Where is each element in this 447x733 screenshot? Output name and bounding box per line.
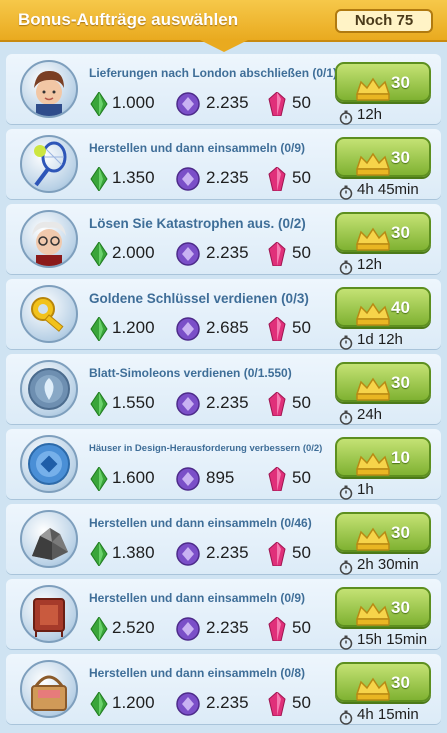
key-reward-amount: 30 bbox=[391, 673, 410, 692]
task-title: Lieferungen nach London abschließen (0/1… bbox=[89, 66, 338, 80]
simcash-amount: 50 bbox=[292, 93, 311, 112]
red-rug-icon bbox=[20, 585, 78, 643]
timer-value: 4h 15min bbox=[357, 706, 419, 723]
task-row[interactable]: Lösen Sie Katastrophen aus. (0/2) 2.000 … bbox=[6, 204, 441, 275]
header-notch bbox=[200, 40, 248, 52]
task-title: Herstellen und dann einsammeln (0/9) bbox=[89, 141, 306, 155]
accept-task-button[interactable]: 40 bbox=[335, 287, 431, 327]
timer-value: 1h bbox=[357, 481, 374, 498]
task-row[interactable]: Herstellen und dann einsammeln (0/8) 1.2… bbox=[6, 654, 441, 725]
dr-vu-icon bbox=[20, 210, 78, 268]
simcash-amount: 50 bbox=[292, 618, 311, 637]
key-reward-amount: 30 bbox=[391, 73, 410, 92]
simoleon-amount: 1.200 bbox=[112, 318, 155, 337]
accept-task-button[interactable]: 30 bbox=[335, 662, 431, 702]
key-reward-amount: 30 bbox=[391, 523, 410, 542]
simoleon-amount: 1.600 bbox=[112, 468, 155, 487]
xp-amount: 2.235 bbox=[206, 93, 249, 112]
xp-amount: 2.685 bbox=[206, 318, 249, 337]
xp-amount: 2.235 bbox=[206, 168, 249, 187]
task-title: Lösen Sie Katastrophen aus. (0/2) bbox=[89, 216, 306, 231]
accept-task-button[interactable]: 30 bbox=[335, 62, 431, 102]
rewards: 2.000 2.235 50 bbox=[90, 242, 330, 266]
task-row[interactable]: Lieferungen nach London abschließen (0/1… bbox=[6, 54, 441, 125]
rewards: 1.200 2.685 50 bbox=[90, 317, 330, 341]
simcash-amount: 50 bbox=[292, 693, 311, 712]
rewards: 1.380 2.235 50 bbox=[90, 542, 330, 566]
simoleon-amount: 1.350 bbox=[112, 168, 155, 187]
task-title: Goldene Schlüssel verdienen (0/3) bbox=[89, 291, 309, 306]
key-reward-amount: 10 bbox=[391, 448, 410, 467]
xp-amount: 2.235 bbox=[206, 243, 249, 262]
task-title: Herstellen und dann einsammeln (0/46) bbox=[89, 516, 312, 530]
simoleon-amount: 2.520 bbox=[112, 618, 155, 637]
simoleon-amount: 1.550 bbox=[112, 393, 155, 412]
remaining-counter: Noch 75 bbox=[335, 9, 433, 33]
simoleon-amount: 1.200 bbox=[112, 693, 155, 712]
accept-task-button[interactable]: 30 bbox=[335, 512, 431, 552]
golden-key-icon bbox=[20, 285, 78, 343]
simcash-amount: 50 bbox=[292, 468, 311, 487]
key-reward-amount: 40 bbox=[391, 298, 410, 317]
leaf-coin-icon bbox=[20, 360, 78, 418]
task-row[interactable]: Goldene Schlüssel verdienen (0/3) 1.200 … bbox=[6, 279, 441, 350]
task-title: Blatt-Simoleons verdienen (0/1.550) bbox=[89, 366, 292, 380]
simcash-amount: 50 bbox=[292, 393, 311, 412]
simoleon-amount: 2.000 bbox=[112, 243, 155, 262]
simcash-amount: 50 bbox=[292, 318, 311, 337]
task-row[interactable]: Herstellen und dann einsammeln (0/46) 1.… bbox=[6, 504, 441, 575]
header-bar: Bonus-Aufträge auswählen Noch 75 bbox=[0, 0, 447, 42]
task-title: Herstellen und dann einsammeln (0/9) bbox=[89, 591, 306, 605]
metal-pile-icon bbox=[20, 510, 78, 568]
timer-value: 24h bbox=[357, 406, 383, 423]
task-row[interactable]: Häuser in Design-Herausforderung verbess… bbox=[6, 429, 441, 500]
rewards: 2.520 2.235 50 bbox=[90, 617, 330, 641]
key-reward-amount: 30 bbox=[391, 148, 410, 167]
task-title: Herstellen und dann einsammeln (0/8) bbox=[89, 666, 306, 680]
xp-amount: 895 bbox=[206, 468, 235, 487]
task-row[interactable]: Blatt-Simoleons verdienen (0/1.550) 1.55… bbox=[6, 354, 441, 425]
woman-avatar-icon bbox=[20, 60, 78, 118]
task-row[interactable]: Herstellen und dann einsammeln (0/9) 1.3… bbox=[6, 129, 441, 200]
simoleon-amount: 1.000 bbox=[112, 93, 155, 112]
picnic-basket-icon bbox=[20, 660, 78, 718]
xp-amount: 2.235 bbox=[206, 393, 249, 412]
task-row[interactable]: Herstellen und dann einsammeln (0/9) 2.5… bbox=[6, 579, 441, 650]
rewards: 1.350 2.235 50 bbox=[90, 167, 330, 191]
simcash-amount: 50 bbox=[292, 168, 311, 187]
accept-task-button[interactable]: 10 bbox=[335, 437, 431, 477]
task-title: Häuser in Design-Herausforderung verbess… bbox=[89, 443, 323, 454]
timer-value: 4h 45min bbox=[357, 181, 419, 198]
accept-task-button[interactable]: 30 bbox=[335, 212, 431, 252]
accept-task-button[interactable]: 30 bbox=[335, 362, 431, 402]
key-reward-amount: 30 bbox=[391, 373, 410, 392]
tennis-racket-icon bbox=[20, 135, 78, 193]
timer-value: 12h bbox=[357, 106, 383, 123]
xp-amount: 2.235 bbox=[206, 543, 249, 562]
timer-value: 12h bbox=[357, 256, 383, 273]
rewards: 1.600 895 50 bbox=[90, 467, 330, 491]
rewards: 1.200 2.235 50 bbox=[90, 692, 330, 716]
rewards: 1.550 2.235 50 bbox=[90, 392, 330, 416]
design-token-icon bbox=[20, 435, 78, 493]
xp-amount: 2.235 bbox=[206, 693, 249, 712]
accept-task-button[interactable]: 30 bbox=[335, 587, 431, 627]
key-reward-amount: 30 bbox=[391, 598, 410, 617]
timer-value: 2h 30min bbox=[357, 556, 419, 573]
xp-amount: 2.235 bbox=[206, 618, 249, 637]
simcash-amount: 50 bbox=[292, 243, 311, 262]
simcash-amount: 50 bbox=[292, 543, 311, 562]
timer-value: 15h 15min bbox=[357, 631, 428, 648]
timer-value: 1d 12h bbox=[357, 331, 403, 348]
rewards: 1.000 2.235 50 bbox=[90, 92, 330, 116]
page-title: Bonus-Aufträge auswählen bbox=[18, 10, 239, 29]
accept-task-button[interactable]: 30 bbox=[335, 137, 431, 177]
key-reward-amount: 30 bbox=[391, 223, 410, 242]
simoleon-amount: 1.380 bbox=[112, 543, 155, 562]
